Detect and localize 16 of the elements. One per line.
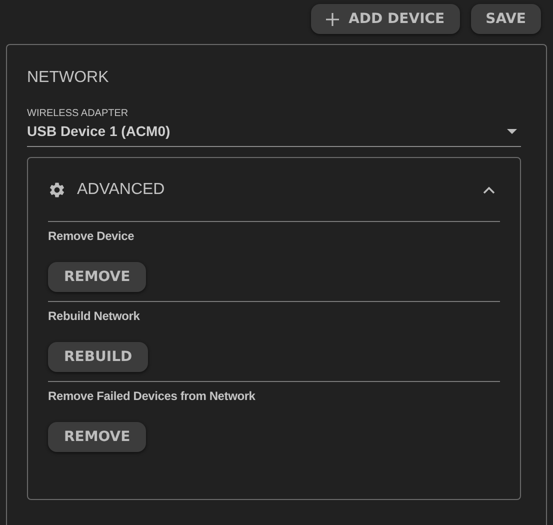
section-title: NETWORK xyxy=(27,69,110,87)
chevron-up-icon[interactable] xyxy=(483,186,495,194)
setting-label: Remove Failed Devices from Network xyxy=(48,389,256,403)
plus-icon xyxy=(326,12,339,26)
action-button[interactable]: REMOVE xyxy=(48,422,146,452)
field-label: WIRELESS ADAPTER xyxy=(27,108,130,119)
add-device-button[interactable]: ADD DEVICE xyxy=(310,4,460,34)
action-button[interactable]: REMOVE xyxy=(48,262,146,292)
adapter-select[interactable]: USB Device 1 (ACM0) xyxy=(27,119,521,147)
action-button[interactable]: REBUILD xyxy=(48,342,148,372)
panel-title: ADVANCED xyxy=(77,180,166,198)
gear-icon xyxy=(48,180,66,198)
save-button[interactable]: SAVE xyxy=(470,4,541,34)
setting-label: Rebuild Network xyxy=(48,309,141,323)
setting-label: Remove Device xyxy=(48,229,136,243)
dropdown-arrow-icon xyxy=(507,128,517,134)
